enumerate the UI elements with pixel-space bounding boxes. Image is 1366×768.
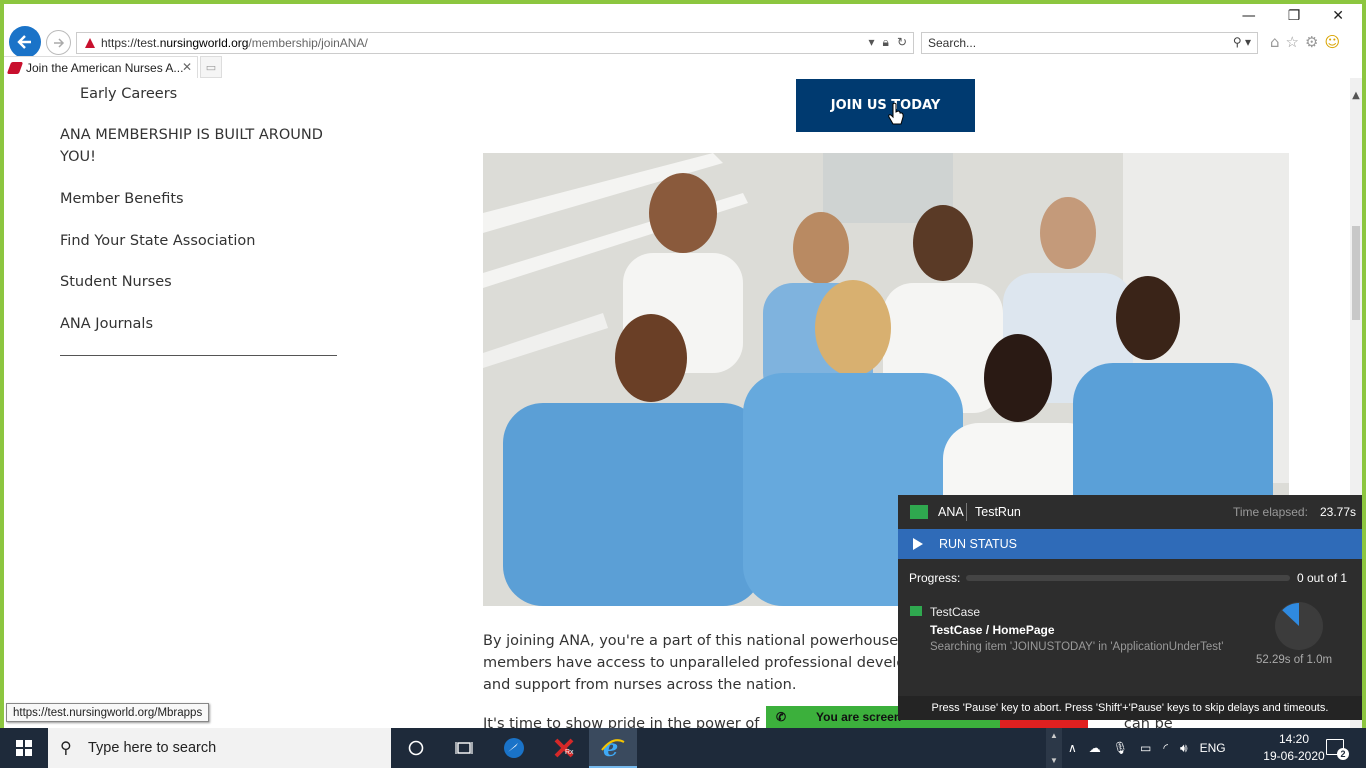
progress-label: Progress:	[909, 571, 961, 585]
show-hidden-icons-icon[interactable]: ∧	[1068, 741, 1077, 755]
site-favicon-icon	[85, 38, 95, 48]
project-name: ANA	[938, 505, 964, 519]
url-prefix: https://test.	[101, 36, 160, 50]
svg-text:Rx: Rx	[565, 749, 574, 756]
url-path: /membership/joinANA/	[248, 36, 368, 50]
action-center-icon[interactable]: 2	[1326, 739, 1349, 760]
start-button[interactable]	[0, 728, 48, 768]
screen-share-text: You are screen	[816, 710, 902, 724]
forward-arrow-icon	[53, 37, 64, 48]
wifi-icon[interactable]: ◜	[1163, 741, 1168, 755]
header-separator	[966, 503, 967, 521]
time-elapsed-value: 23.77s	[1320, 505, 1357, 519]
windows-logo-icon	[16, 740, 32, 756]
progress-bar	[966, 575, 1290, 581]
search-icon: ⚲	[60, 740, 72, 757]
testcase-icon	[910, 606, 922, 616]
project-flag-icon	[910, 505, 928, 519]
second-paragraph-start: It's time to show pride in the power of	[483, 716, 760, 728]
sidebar-item-membership-built[interactable]: ANA MEMBERSHIP IS BUILT AROUND YOU!	[60, 124, 340, 168]
browser-tab[interactable]: Join the American Nurses A... ✕	[4, 56, 198, 78]
testcase-label: TestCase	[930, 605, 981, 619]
language-indicator[interactable]: ENG	[1200, 741, 1226, 755]
scroll-up-icon[interactable]: ▲	[1350, 90, 1362, 101]
ranorex-app-icon: Rx	[554, 738, 574, 758]
back-arrow-icon	[17, 35, 31, 49]
browser-search-input[interactable]: Search... ⚲ ▾	[921, 32, 1258, 54]
smiley-feedback-icon[interactable]: ☺	[1324, 33, 1340, 51]
minimize-button[interactable]: —	[1242, 8, 1256, 24]
forward-button[interactable]	[46, 30, 71, 55]
taskbar-clock[interactable]: 14:20 19-06-2020	[1262, 731, 1326, 765]
taskbar-app-ranorex[interactable]: Rx	[540, 728, 588, 768]
status-bar-url: https://test.nursingworld.org/Mbrapps	[6, 703, 210, 722]
run-status-label: RUN STATUS	[939, 537, 1018, 551]
close-window-button[interactable]: ✕	[1332, 8, 1344, 24]
url-domain: nursingworld.org	[159, 36, 249, 50]
windows-taskbar: ⚲ Type here to search Rx e ▲ ▼ ∧ ☁ 🎙︎ ▭ …	[0, 728, 1366, 768]
sidebar-item-student-nurses[interactable]: Student Nurses	[60, 271, 340, 293]
pause-instructions: Press 'Pause' key to abort. Press 'Shift…	[898, 696, 1362, 720]
gear-icon[interactable]: ⚙	[1305, 33, 1318, 51]
clock-date: 19-06-2020	[1263, 749, 1325, 763]
testcase-path: TestCase / HomePage	[930, 623, 1055, 637]
compass-app-icon	[504, 738, 524, 758]
address-bar[interactable]: https://test. nursingworld.org/membership…	[76, 32, 914, 54]
sidebar-item-member-benefits[interactable]: Member Benefits	[60, 188, 340, 210]
tab-close-icon[interactable]: ✕	[182, 60, 192, 74]
internet-explorer-icon: e	[601, 734, 625, 760]
home-icon[interactable]: ⌂	[1270, 33, 1280, 51]
tray-down-arrow-icon[interactable]: ▼	[1050, 756, 1058, 765]
notification-count: 2	[1337, 748, 1349, 760]
task-view-icon	[455, 742, 473, 754]
refresh-icon[interactable]: ↻	[897, 35, 907, 50]
search-placeholder: Search...	[928, 36, 977, 50]
sidebar-item-state-association[interactable]: Find Your State Association	[60, 230, 340, 252]
lock-icon[interactable]: 🔒︎	[883, 35, 889, 50]
browser-titlebar: https://test. nursingworld.org/membership…	[4, 4, 1362, 78]
task-view-button[interactable]	[440, 728, 488, 768]
volume-icon[interactable]: 🔊︎	[1180, 741, 1188, 756]
play-icon	[913, 538, 923, 550]
tray-scroll[interactable]: ▲ ▼	[1046, 728, 1062, 768]
timer-pie-icon	[1275, 602, 1323, 650]
time-elapsed-label: Time elapsed:	[1233, 505, 1308, 519]
current-action-text: Searching item 'JOINUSTODAY' in 'Applica…	[930, 641, 1224, 653]
test-run-panel: ANA TestRun Time elapsed: 23.77s RUN STA…	[898, 495, 1362, 720]
sidebar-item-early-careers[interactable]: Early Careers	[80, 86, 177, 102]
search-icon[interactable]: ⚲ ▾	[1233, 35, 1251, 49]
cortana-button[interactable]	[392, 728, 440, 768]
favorites-star-icon[interactable]: ☆	[1286, 33, 1299, 51]
sidebar-divider	[60, 355, 337, 356]
run-status-bar[interactable]: RUN STATUS	[898, 529, 1362, 559]
test-run-title: TestRun	[975, 505, 1021, 519]
scrollbar-thumb[interactable]	[1352, 226, 1360, 320]
back-button[interactable]	[9, 26, 41, 58]
clock-time: 14:20	[1278, 732, 1310, 746]
tab-title: Join the American Nurses A...	[26, 60, 184, 75]
taskbar-search-placeholder: Type here to search	[88, 740, 217, 756]
tray-up-arrow-icon[interactable]: ▲	[1050, 731, 1058, 740]
taskbar-app-internet-explorer[interactable]: e	[589, 728, 637, 768]
microphone-icon[interactable]: 🎙︎	[1113, 741, 1128, 755]
new-tab-button[interactable]: ▭	[200, 56, 222, 78]
sidebar-item-ana-journals[interactable]: ANA Journals	[60, 313, 340, 335]
taskbar-search-box[interactable]: ⚲ Type here to search	[48, 728, 391, 768]
restore-button[interactable]: ❐	[1288, 8, 1301, 24]
dropdown-icon[interactable]: ▾	[869, 35, 875, 50]
join-us-today-button[interactable]: JOIN US TODAY	[796, 79, 975, 132]
timer-text: 52.29s of 1.0m	[1256, 654, 1333, 666]
battery-icon[interactable]: ▭	[1140, 741, 1151, 755]
cortana-circle-icon	[408, 740, 424, 756]
onedrive-cloud-icon[interactable]: ☁	[1089, 741, 1101, 755]
ana-favicon-icon	[6, 62, 24, 74]
hand-cursor-icon	[888, 102, 904, 125]
progress-value: 0 out of 1	[1297, 571, 1348, 585]
taskbar-app-blue[interactable]	[490, 728, 538, 768]
phone-icon: ✆	[776, 710, 787, 724]
